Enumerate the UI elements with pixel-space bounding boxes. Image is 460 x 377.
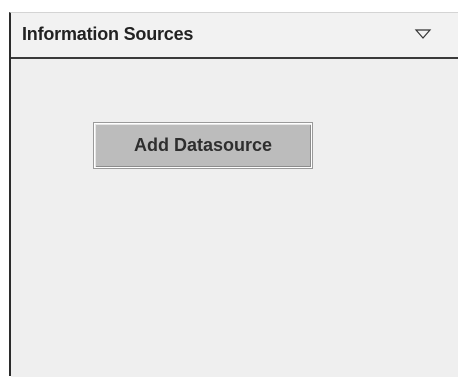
information-sources-panel: Information Sources Add Datasource — [9, 12, 458, 377]
add-datasource-button-label: Add Datasource — [133, 135, 273, 155]
panel-title: Information Sources — [22, 24, 194, 44]
panel-body: Add Datasource — [11, 59, 458, 377]
chevron-down-icon-graphic — [414, 29, 432, 39]
panel-header: Information Sources — [11, 13, 458, 59]
add-datasource-button[interactable]: Add Datasource — [93, 122, 313, 169]
chevron-down-icon[interactable] — [413, 27, 433, 43]
